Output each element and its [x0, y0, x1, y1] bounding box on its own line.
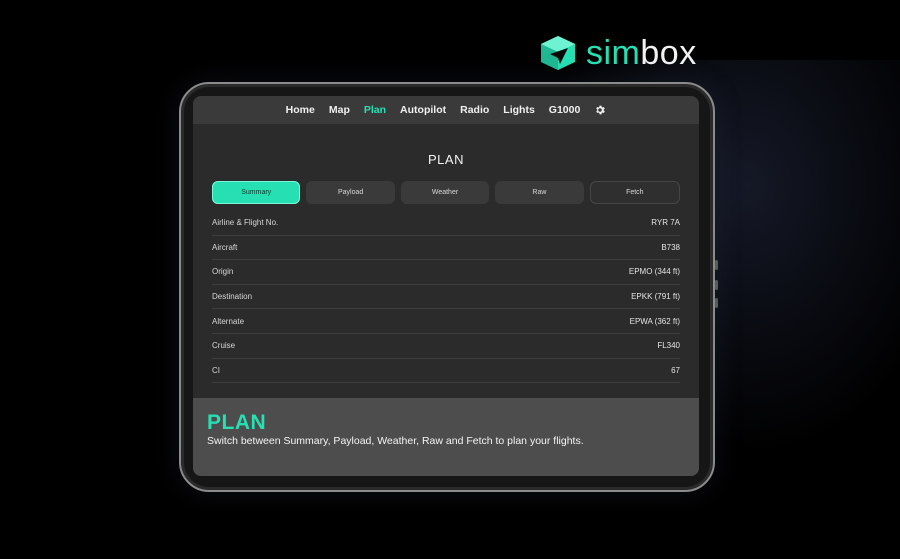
gear-icon[interactable]: [594, 104, 606, 116]
plan-content: PLAN Summary Payload Weather Raw Fetch A…: [193, 152, 699, 403]
plan-tabs: Summary Payload Weather Raw Fetch: [212, 181, 681, 204]
brand-name-box: box: [640, 34, 697, 72]
summary-row-cruise: Cruise FL340: [212, 334, 680, 359]
nav-item-autopilot[interactable]: Autopilot: [400, 104, 446, 116]
tab-weather[interactable]: Weather: [400, 181, 490, 204]
simbox-logo: simbox: [538, 34, 697, 72]
tab-summary[interactable]: Summary: [212, 181, 301, 204]
tab-raw[interactable]: Raw: [495, 181, 584, 204]
top-nav-bar: Home Map Plan Autopilot Radio Lights G10…: [193, 96, 699, 124]
caption-title: PLAN: [207, 411, 267, 434]
nav-item-plan[interactable]: Plan: [364, 104, 386, 116]
page-title: PLAN: [428, 152, 464, 167]
app-screen: Home Map Plan Autopilot Radio Lights G10…: [193, 96, 699, 476]
nav-item-home[interactable]: Home: [286, 104, 315, 116]
tab-payload[interactable]: Payload: [306, 181, 395, 204]
summary-value: FL340: [657, 341, 680, 351]
summary-value: EPKK (791 ft): [631, 292, 680, 302]
tab-fetch[interactable]: Fetch: [589, 181, 681, 204]
summary-row-alternate: Alternate EPWA (362 ft): [212, 309, 680, 334]
summary-label: Cruise: [212, 341, 236, 351]
summary-row-destination: Destination EPKK (791 ft): [212, 285, 680, 310]
box-paper-plane-icon: [541, 36, 575, 70]
summary-label: Airline & Flight No.: [212, 218, 279, 228]
summary-value: B738: [661, 242, 680, 252]
brand-name-sim: sim: [586, 34, 641, 72]
summary-value: RYR 7A: [651, 218, 680, 228]
tablet-side-button: [715, 280, 718, 290]
summary-value: EPMO (344 ft): [628, 267, 680, 277]
summary-label: Aircraft: [212, 242, 238, 252]
nav-item-radio[interactable]: Radio: [460, 104, 489, 116]
summary-row-airline: Airline & Flight No. RYR 7A: [212, 211, 680, 236]
caption-description: Switch between Summary, Payload, Weather…: [207, 435, 584, 447]
summary-row-aircraft: Aircraft B738: [212, 236, 680, 261]
summary-label: Origin: [212, 267, 234, 277]
tablet-side-button: [715, 260, 718, 270]
summary-label: Destination: [212, 292, 253, 302]
summary-value: EPWA (362 ft): [629, 316, 680, 326]
nav-item-g1000[interactable]: G1000: [549, 104, 581, 116]
summary-row-origin: Origin EPMO (344 ft): [212, 260, 680, 285]
summary-row-ci: CI 67: [212, 359, 680, 384]
summary-value: 67: [671, 365, 680, 375]
summary-list: Airline & Flight No. RYR 7A Aircraft B73…: [212, 211, 680, 403]
tablet-side-button: [715, 298, 718, 308]
feature-caption-overlay: PLAN Switch between Summary, Payload, We…: [193, 398, 699, 476]
nav-item-lights[interactable]: Lights: [503, 104, 535, 116]
summary-label: Alternate: [212, 316, 245, 326]
nav-item-map[interactable]: Map: [329, 104, 350, 116]
summary-label: CI: [212, 365, 220, 375]
